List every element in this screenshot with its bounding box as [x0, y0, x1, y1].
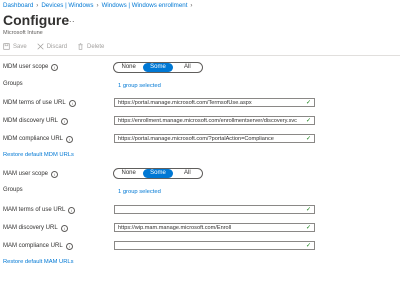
restore-mam-urls-link[interactable]: Restore default MAM URLs: [3, 259, 74, 265]
mdm-scope-text: MDM user scope: [3, 64, 49, 70]
mdm-scope-none[interactable]: None: [114, 63, 143, 72]
more-options-icon[interactable]: ...: [66, 14, 75, 24]
restore-mdm-urls-link[interactable]: Restore default MDM URLs: [3, 152, 74, 158]
mdm-scope-toggle: None Some All: [113, 62, 203, 73]
info-icon[interactable]: i: [61, 117, 69, 125]
mam-groups-link[interactable]: 1 group selected: [118, 189, 161, 195]
mam-scope-toggle: None Some All: [113, 168, 203, 179]
info-icon[interactable]: i: [51, 63, 59, 71]
mdm-terms-value: https://portal.manage.microsoft.com/Term…: [118, 100, 252, 106]
info-icon[interactable]: i: [51, 170, 59, 178]
info-icon[interactable]: i: [65, 242, 73, 250]
mam-scope-none[interactable]: None: [114, 169, 143, 178]
mdm-terms-text: MDM terms of use URL: [3, 100, 66, 106]
mdm-compliance-label: MDM compliance URL i: [3, 134, 74, 144]
breadcrumb-devices-windows[interactable]: Devices | Windows: [41, 2, 93, 9]
checkmark-icon: ✓: [305, 243, 311, 249]
divider: [0, 55, 400, 56]
info-icon[interactable]: i: [60, 224, 68, 232]
checkmark-icon: ✓: [305, 100, 311, 106]
mdm-compliance-text: MDM compliance URL: [3, 136, 64, 142]
mam-discovery-value: https://wip.mam.manage.microsoft.com/Enr…: [118, 225, 232, 231]
delete-label: Delete: [87, 43, 105, 50]
discard-button[interactable]: Discard: [37, 43, 67, 50]
checkmark-icon: ✓: [305, 118, 311, 124]
mam-discovery-input[interactable]: https://wip.mam.manage.microsoft.com/Enr…: [114, 223, 315, 232]
mdm-groups-label: Groups: [3, 81, 23, 87]
mam-scope-some[interactable]: Some: [143, 169, 173, 178]
mdm-terms-input[interactable]: https://portal.manage.microsoft.com/Term…: [114, 98, 315, 107]
mam-groups-label: Groups: [3, 187, 23, 193]
mdm-compliance-value: https://portal.manage.microsoft.com/?por…: [118, 136, 274, 142]
breadcrumb-windows-enrollment[interactable]: Windows | Windows enrollment: [102, 2, 188, 9]
delete-button[interactable]: Delete: [77, 43, 104, 50]
mdm-discovery-input[interactable]: https://enrollment.manage.microsoft.com/…: [114, 116, 315, 125]
save-label: Save: [13, 43, 27, 50]
mdm-discovery-value: https://enrollment.manage.microsoft.com/…: [118, 118, 297, 124]
mdm-scope-all[interactable]: All: [173, 63, 202, 72]
trash-icon: [78, 43, 83, 50]
mam-terms-text: MAM terms of use URL: [3, 207, 66, 213]
mdm-groups-link[interactable]: 1 group selected: [118, 83, 161, 89]
chevron-right-icon: ›: [96, 2, 99, 9]
mam-discovery-label: MAM discovery URL i: [3, 223, 68, 233]
chevron-right-icon: ›: [190, 2, 193, 9]
page-title: Configure: [3, 12, 70, 28]
page-subtitle: Microsoft Intune: [3, 30, 43, 36]
breadcrumb-dashboard[interactable]: Dashboard: [3, 2, 33, 9]
info-icon[interactable]: i: [68, 99, 76, 107]
checkmark-icon: ✓: [305, 207, 311, 213]
mdm-scope-label: MDM user scope i: [3, 62, 59, 72]
chevron-right-icon: ›: [36, 2, 39, 9]
mam-terms-input[interactable]: ✓: [114, 205, 315, 214]
save-button[interactable]: Save: [3, 43, 27, 50]
info-icon[interactable]: i: [66, 135, 74, 143]
mdm-discovery-label: MDM discovery URL i: [3, 116, 69, 126]
command-bar: Save Discard Delete: [3, 43, 104, 50]
mam-compliance-text: MAM compliance URL: [3, 243, 63, 249]
mam-terms-label: MAM terms of use URL i: [3, 205, 76, 215]
mam-scope-label: MAM user scope i: [3, 169, 59, 179]
mdm-compliance-input[interactable]: https://portal.manage.microsoft.com/?por…: [114, 134, 315, 143]
checkmark-icon: ✓: [305, 225, 311, 231]
close-icon: [37, 43, 44, 50]
checkmark-icon: ✓: [305, 136, 311, 142]
mam-scope-text: MAM user scope: [3, 171, 49, 177]
mam-compliance-input[interactable]: ✓: [114, 241, 315, 250]
mam-compliance-label: MAM compliance URL i: [3, 241, 73, 251]
mdm-scope-some[interactable]: Some: [143, 63, 173, 72]
discard-label: Discard: [46, 43, 68, 50]
mdm-discovery-text: MDM discovery URL: [3, 118, 59, 124]
mam-scope-all[interactable]: All: [173, 169, 202, 178]
breadcrumb: Dashboard › Devices | Windows › Windows | Wi…: [3, 2, 195, 9]
mdm-terms-label: MDM terms of use URL i: [3, 98, 76, 108]
mam-discovery-text: MAM discovery URL: [3, 225, 58, 231]
info-icon[interactable]: i: [68, 206, 76, 214]
save-icon: [3, 43, 10, 50]
